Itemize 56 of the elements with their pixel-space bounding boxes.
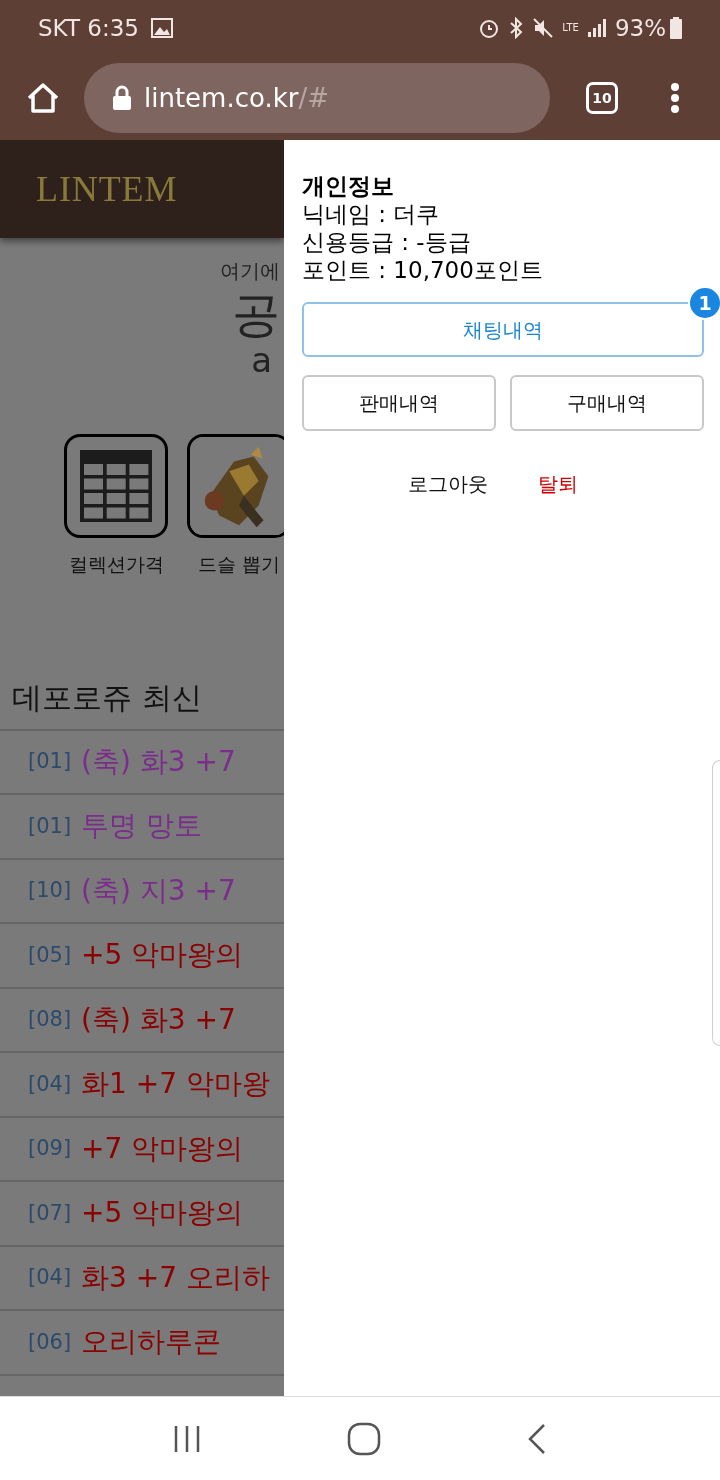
logout-link[interactable]: 로그아웃 — [408, 469, 488, 499]
profile-line: 포인트 : 10,700포인트 — [302, 256, 544, 284]
item-title[interactable]: +5 악마왕의 — [81, 1192, 244, 1235]
item-title[interactable]: +5 악마왕의 — [81, 934, 244, 977]
home-icon[interactable] — [26, 82, 60, 114]
item-index: [10] — [28, 877, 72, 904]
item-index: [04] — [28, 1070, 72, 1098]
image-icon — [150, 18, 173, 38]
item-title[interactable]: 투명 망토 — [81, 805, 202, 848]
alarm-icon — [478, 17, 501, 39]
profile-line: 신용등급 : -등급 — [302, 228, 472, 256]
shortcut-label: 드슬 뽑기 — [197, 552, 280, 577]
recent-apps-icon[interactable] — [173, 1423, 201, 1454]
history-button[interactable]: 판매내역 — [302, 375, 496, 431]
item-title[interactable]: +7 악마왕의 — [81, 1127, 244, 1170]
bluetooth-icon — [508, 17, 525, 39]
item-title[interactable]: 화1 +7 악마왕 — [81, 1063, 270, 1106]
tab-count-button[interactable]: 10 — [586, 82, 618, 114]
drawer-title: 개인정보 — [302, 172, 395, 200]
site-logo[interactable]: LINTEM — [36, 162, 178, 216]
history-button[interactable]: 구매내역 — [510, 375, 704, 431]
battery-icon — [670, 17, 682, 39]
item-title[interactable]: (축) 지3 +7 — [81, 869, 236, 912]
item-title[interactable]: 화3 +7 오리하 — [81, 1256, 270, 1299]
lock-icon — [112, 85, 132, 111]
item-index: [06] — [28, 1328, 72, 1356]
headline-text: 공 — [232, 286, 280, 342]
mute-icon — [532, 17, 555, 39]
subline-text: a — [251, 342, 273, 378]
item-title[interactable]: 오리하루콘 — [81, 1321, 222, 1364]
table-icon — [80, 450, 152, 522]
address-field[interactable]: lintem.co.kr/# — [84, 63, 550, 133]
carrier-time: SKT 6:35 — [38, 13, 139, 43]
item-index: [09] — [28, 1135, 72, 1162]
shortcut-label: 컬렉션가격 — [68, 552, 164, 577]
item-title[interactable]: (축) 화3 +7 — [81, 998, 236, 1041]
shortcut-tile[interactable] — [64, 434, 168, 538]
item-index: [07] — [28, 1199, 72, 1227]
section-title: 데포로쥬 최신 — [11, 678, 203, 717]
item-index: [01] — [28, 812, 72, 840]
home-button-icon[interactable] — [347, 1421, 381, 1456]
network-label: LTE — [562, 23, 579, 33]
item-index: [05] — [28, 941, 72, 969]
url-text: lintem.co.kr/# — [144, 81, 329, 115]
intro-text: 여기에 — [220, 258, 280, 285]
item-index: [01] — [28, 748, 72, 775]
item-title[interactable]: (축) 화3 +7 — [81, 740, 236, 783]
item-index: [04] — [28, 1264, 72, 1291]
withdraw-link[interactable]: 탈퇴 — [538, 469, 578, 499]
item-index: [08] — [28, 1006, 72, 1033]
menu-icon[interactable] — [670, 83, 680, 113]
back-icon[interactable] — [527, 1422, 547, 1455]
profile-line: 닉네임 : 더쿠 — [302, 200, 441, 228]
notification-badge: 1 — [688, 286, 720, 320]
battery-percent: 93% — [614, 13, 666, 43]
signal-icon — [586, 18, 607, 38]
